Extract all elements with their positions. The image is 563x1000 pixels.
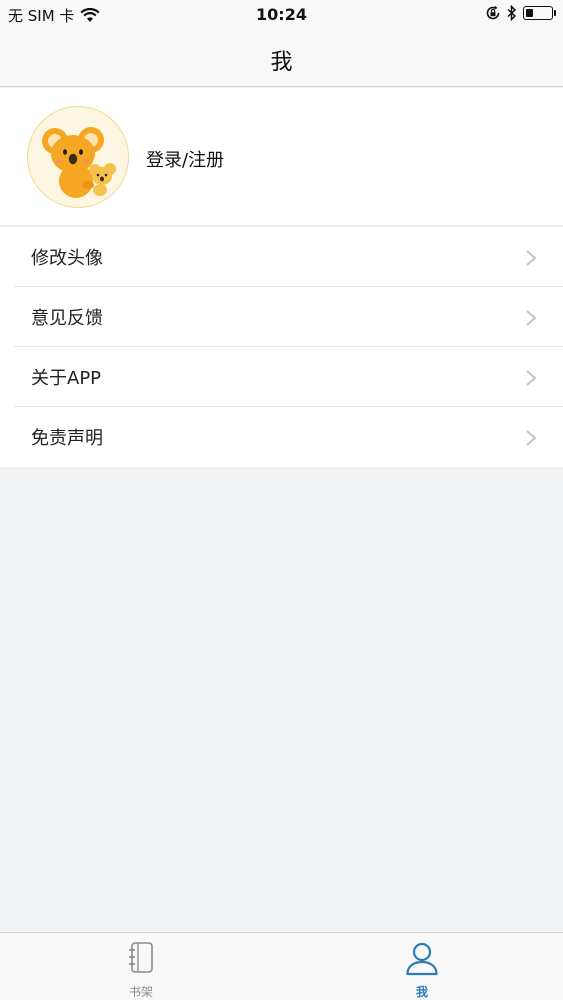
avatar[interactable] bbox=[27, 106, 129, 208]
tab-label: 书架 bbox=[128, 985, 153, 999]
menu-item-label: 关于APP bbox=[31, 368, 102, 389]
orientation-lock-icon bbox=[486, 5, 500, 20]
chevron-right-icon bbox=[526, 250, 537, 266]
status-time: 10:24 bbox=[256, 5, 307, 24]
settings-menu: 修改头像 意见反馈 关于APP 免责声明 bbox=[0, 227, 563, 467]
tab-bookshelf[interactable]: 书架 bbox=[0, 933, 282, 1000]
menu-item-disclaimer[interactable]: 免责声明 bbox=[0, 407, 563, 467]
page-title: 我 bbox=[270, 50, 293, 75]
menu-item-about-app[interactable]: 关于APP bbox=[0, 347, 563, 407]
status-right bbox=[485, 5, 556, 21]
chevron-right-icon bbox=[526, 370, 537, 386]
profile-header[interactable]: 登录/注册 bbox=[0, 88, 563, 226]
person-icon bbox=[406, 942, 438, 976]
bluetooth-icon bbox=[507, 5, 517, 21]
menu-item-label: 修改头像 bbox=[31, 248, 103, 269]
menu-item-feedback[interactable]: 意见反馈 bbox=[0, 287, 563, 347]
notebook-icon bbox=[129, 942, 153, 973]
status-bar: 无 SIM 卡 10:24 bbox=[0, 0, 563, 30]
chevron-right-icon bbox=[526, 310, 537, 326]
login-register-link[interactable]: 登录/注册 bbox=[146, 146, 224, 172]
tab-me[interactable]: 我 bbox=[281, 933, 563, 1000]
battery-icon bbox=[523, 6, 556, 20]
menu-item-label: 免责声明 bbox=[31, 428, 103, 449]
menu-item-change-avatar[interactable]: 修改头像 bbox=[0, 227, 563, 287]
navigation-bar: 我 bbox=[0, 30, 563, 87]
tab-label: 我 bbox=[415, 985, 428, 999]
chevron-right-icon bbox=[526, 430, 537, 446]
menu-item-label: 意见反馈 bbox=[31, 308, 103, 329]
tab-bar: 书架 我 bbox=[0, 932, 563, 1000]
koala-icon bbox=[42, 127, 116, 198]
